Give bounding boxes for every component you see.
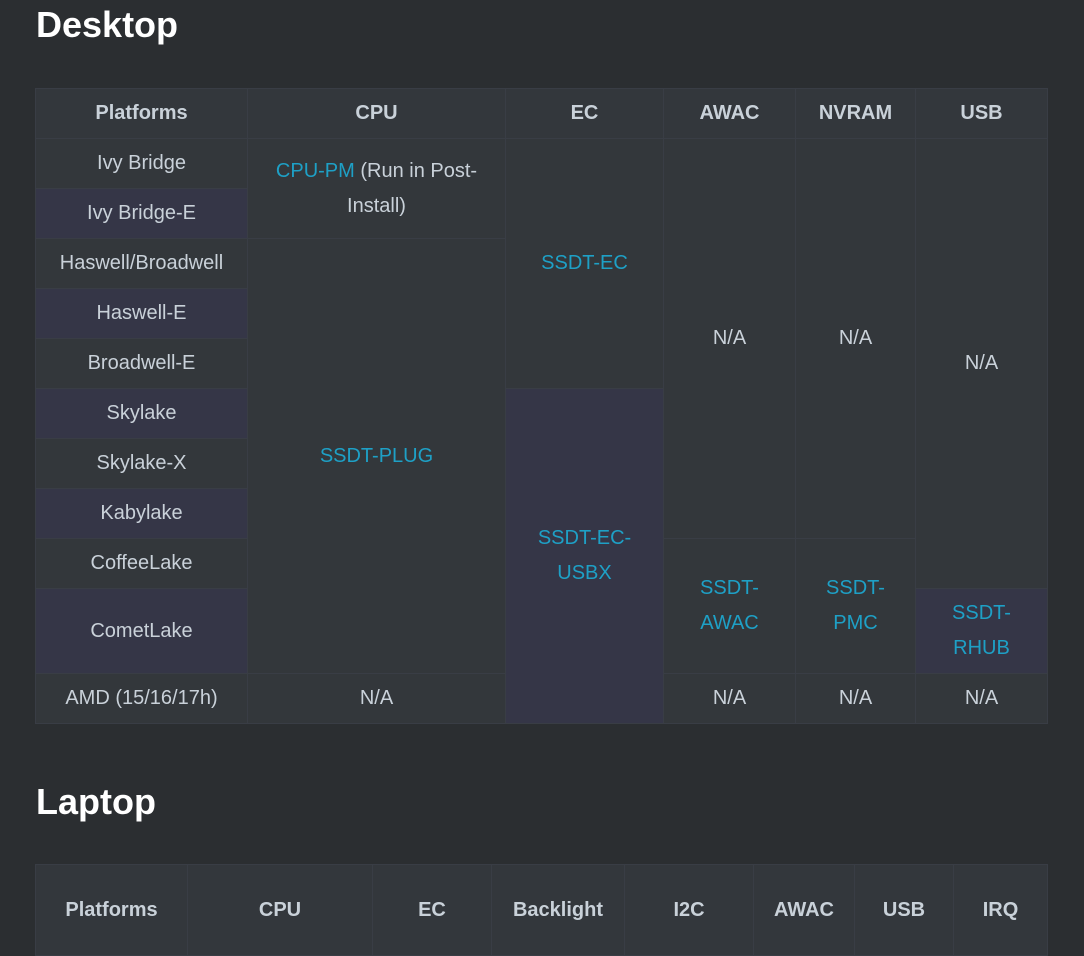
usb-cell: SSDT-RHUB [915,588,1048,674]
header-platforms: Platforms [35,88,248,139]
desktop-ssdt-table: Platforms CPU EC AWAC NVRAM USB Ivy Brid… [35,88,1048,724]
platform-cell: Haswell/Broadwell [35,238,248,289]
header-cpu: CPU [187,864,373,956]
table-header-row: Platforms CPU EC Backlight I2C AWAC USB … [35,864,1048,956]
header-usb: USB [854,864,954,956]
nvram-cell: N/A [795,138,916,539]
platform-cell: CometLake [35,588,248,674]
platform-cell: Skylake [35,388,248,439]
platform-cell: Ivy Bridge [35,138,248,189]
platform-cell: Kabylake [35,488,248,539]
header-ec: EC [505,88,664,139]
cpu-cell: CPU-PM (Run in Post-Install) [247,138,506,239]
nvram-cell: N/A [795,673,916,724]
cpu-pm-note: (Run in Post-Install) [347,159,478,217]
ssdt-plug-link[interactable]: SSDT-PLUG [320,445,433,467]
platform-cell: Ivy Bridge-E [35,188,248,239]
ssdt-ec-link[interactable]: SSDT-EC [541,252,628,274]
usb-cell: N/A [915,138,1048,589]
ssdt-ec-usbx-link[interactable]: SSDT-EC-USBX [530,521,640,591]
awac-cell: SSDT-AWAC [663,538,796,674]
header-awac: AWAC [753,864,855,956]
platform-cell: CoffeeLake [35,538,248,589]
platform-cell: AMD (15/16/17h) [35,673,248,724]
cpu-cell: SSDT-PLUG [247,238,506,674]
section-heading-desktop: Desktop [36,4,179,45]
header-awac: AWAC [663,88,796,139]
header-irq: IRQ [953,864,1048,956]
usb-cell: N/A [915,673,1048,724]
header-usb: USB [915,88,1048,139]
ssdt-pmc-link[interactable]: SSDT-PMC [821,571,891,641]
header-platforms: Platforms [35,864,188,956]
nvram-cell: SSDT-PMC [795,538,916,674]
header-cpu: CPU [247,88,506,139]
cpu-pm-link[interactable]: CPU-PM [276,160,355,182]
cpu-cell: N/A [247,673,506,724]
ec-cell: SSDT-EC-USBX [505,388,664,724]
header-i2c: I2C [624,864,754,956]
awac-cell: N/A [663,673,796,724]
platform-cell: Skylake-X [35,438,248,489]
platform-cell: Haswell-E [35,288,248,339]
ec-cell: SSDT-EC [505,138,664,389]
section-heading-laptop: Laptop [36,781,156,822]
ssdt-rhub-link[interactable]: SSDT-RHUB [942,596,1022,666]
awac-cell: N/A [663,138,796,539]
header-backlight: Backlight [491,864,625,956]
ssdt-awac-link[interactable]: SSDT-AWAC [690,571,770,641]
header-ec: EC [372,864,492,956]
table-header-row: Platforms CPU EC AWAC NVRAM USB [35,88,1048,139]
laptop-ssdt-table: Platforms CPU EC Backlight I2C AWAC USB … [35,864,1048,956]
header-nvram: NVRAM [795,88,916,139]
platform-cell: Broadwell-E [35,338,248,389]
table-row: Ivy Bridge CPU-PM (Run in Post-Install) … [35,138,1048,589]
